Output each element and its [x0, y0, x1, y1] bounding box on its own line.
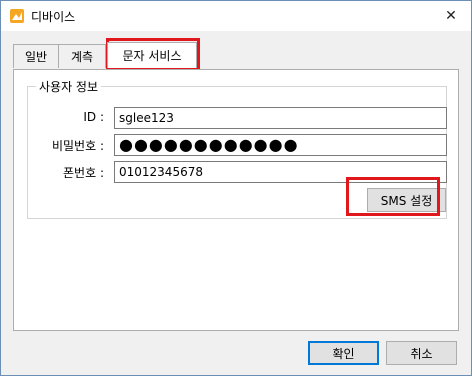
- password-label: 비밀번호 :: [51, 139, 104, 153]
- group-title: 사용자 정보: [36, 78, 102, 95]
- sms-settings-button[interactable]: SMS 설정: [367, 188, 446, 212]
- id-label: ID :: [83, 110, 104, 124]
- window-title: 디바이스: [31, 10, 76, 24]
- device-app-icon: [10, 9, 24, 23]
- title-bar: 디바이스 ✕: [1, 1, 471, 31]
- user-info-group: 사용자 정보 ID : sglee123 비밀번호 : ●●●●●●●●●●●●…: [27, 78, 447, 219]
- tab-panel-sms: 사용자 정보 ID : sglee123 비밀번호 : ●●●●●●●●●●●●…: [13, 69, 459, 331]
- cancel-button[interactable]: 취소: [386, 341, 457, 365]
- device-dialog: 디바이스 ✕ 일반 계측 문자 서비스 사용자 정보 ID : sglee123…: [0, 0, 472, 376]
- password-field[interactable]: ●●●●●●●●●●●●: [114, 134, 447, 156]
- tab-general[interactable]: 일반: [13, 44, 59, 68]
- tab-measurement[interactable]: 계측: [58, 44, 106, 68]
- close-icon[interactable]: ✕: [431, 1, 471, 31]
- ok-button[interactable]: 확인: [308, 341, 379, 365]
- tab-sms-service[interactable]: 문자 서비스: [107, 42, 197, 68]
- phone-field[interactable]: 01012345678: [114, 161, 447, 183]
- phone-label: 폰번호 :: [63, 166, 104, 180]
- id-field[interactable]: sglee123: [114, 107, 447, 129]
